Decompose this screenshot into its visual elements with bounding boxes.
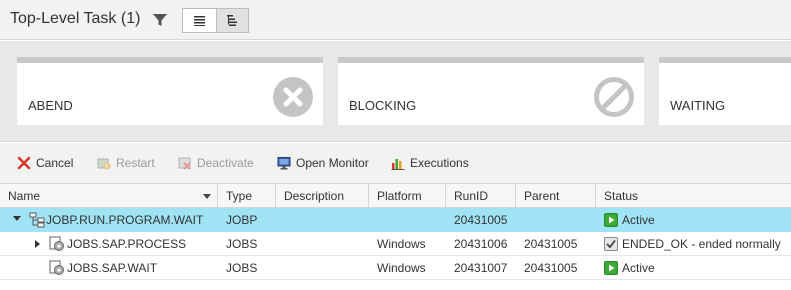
restart-icon: R	[97, 158, 111, 170]
cell-type: JOBS	[226, 237, 258, 251]
x-circle-icon	[273, 77, 313, 117]
cell-type: JOBS	[226, 261, 258, 275]
cell-runid: 20431006	[454, 237, 508, 251]
funnel-icon[interactable]	[152, 12, 168, 28]
status-card-waiting[interactable]: WAITING	[659, 57, 791, 125]
restart-label: Restart	[116, 156, 155, 170]
table-row[interactable]: JOBS.SAP.PROCESS JOBS Windows 20431006 2…	[0, 232, 791, 256]
job-gear-icon	[49, 260, 64, 275]
cell-description	[284, 256, 369, 280]
tree-view-icon	[226, 15, 237, 26]
tasks-grid: Name Type Description Platform RunID Par…	[0, 183, 791, 280]
status-card-abend[interactable]: ABEND	[17, 57, 323, 125]
cell-platform: Windows	[377, 237, 426, 251]
deactivate-icon	[178, 157, 191, 170]
cell-description	[284, 208, 369, 232]
status-card-blocking[interactable]: BLOCKING	[338, 57, 644, 125]
cell-parent	[524, 208, 596, 232]
card-label: WAITING	[670, 98, 726, 113]
open-monitor-label: Open Monitor	[296, 156, 369, 170]
card-label: BLOCKING	[349, 98, 417, 113]
collapse-icon[interactable]	[13, 216, 21, 221]
expand-icon[interactable]	[35, 240, 40, 248]
cell-parent: 20431005	[524, 261, 578, 275]
cell-runid: 20431007	[454, 261, 508, 275]
cell-name: JOBS.SAP.PROCESS	[67, 237, 187, 251]
column-header-description[interactable]: Description	[276, 184, 369, 208]
cell-status: Active	[622, 261, 655, 275]
deactivate-button[interactable]: Deactivate	[178, 155, 254, 171]
cell-description	[284, 232, 369, 256]
cell-parent: 20431005	[524, 237, 578, 251]
column-header-runid[interactable]: RunID	[446, 184, 516, 208]
cell-platform	[377, 208, 446, 232]
checkmark-icon	[604, 237, 618, 251]
status-cards-area: ABEND BLOCKING WAITING	[0, 41, 791, 142]
play-icon	[604, 213, 618, 227]
cell-name: JOBS.SAP.WAIT	[67, 261, 158, 275]
sort-arrow-icon[interactable]	[203, 194, 211, 199]
open-monitor-button[interactable]: Open Monitor	[277, 155, 369, 171]
action-toolbar: Cancel R Restart Deactivate Open Monitor	[0, 143, 791, 183]
cell-status: Active	[622, 213, 655, 227]
tree-view-button[interactable]	[215, 9, 248, 32]
table-row[interactable]: JOBS.SAP.WAIT JOBS Windows 20431007 2043…	[0, 256, 791, 280]
view-toggle	[182, 8, 249, 33]
monitor-icon	[277, 157, 291, 170]
svg-text:R: R	[105, 164, 109, 170]
cell-platform: Windows	[377, 261, 426, 275]
grid-header: Name Type Description Platform RunID Par…	[0, 183, 791, 208]
blocked-circle-icon	[594, 77, 634, 117]
cell-type: JOBP	[226, 213, 258, 227]
table-row[interactable]: JOBP.RUN.PROGRAM.WAIT JOBP 20431005 Acti…	[0, 208, 791, 232]
executions-button[interactable]: Executions	[391, 155, 469, 171]
column-header-platform[interactable]: Platform	[369, 184, 446, 208]
column-header-type[interactable]: Type	[218, 184, 276, 208]
header-bar: Top-Level Task (1)	[0, 0, 791, 40]
cell-status: ENDED_OK - ended normally	[622, 237, 781, 251]
workflow-icon	[29, 212, 45, 228]
cancel-button[interactable]: Cancel	[17, 155, 73, 171]
cell-runid: 20431005	[454, 213, 508, 227]
play-icon	[604, 261, 618, 275]
bar-chart-icon	[391, 159, 405, 170]
cancel-icon	[17, 156, 31, 170]
column-header-name[interactable]: Name	[0, 184, 218, 208]
deactivate-label: Deactivate	[197, 156, 254, 170]
cancel-label: Cancel	[36, 156, 74, 170]
list-view-button[interactable]	[183, 9, 216, 32]
executions-label: Executions	[410, 156, 469, 170]
list-view-icon	[193, 15, 205, 26]
restart-button[interactable]: R Restart	[97, 155, 155, 171]
card-label: ABEND	[28, 98, 73, 113]
column-header-parent[interactable]: Parent	[516, 184, 596, 208]
column-header-status[interactable]: Status	[596, 184, 791, 208]
page-title: Top-Level Task (1)	[10, 10, 141, 27]
cell-name: JOBP.RUN.PROGRAM.WAIT	[46, 213, 204, 227]
column-header-label: Name	[8, 189, 41, 203]
job-gear-icon	[49, 236, 64, 251]
